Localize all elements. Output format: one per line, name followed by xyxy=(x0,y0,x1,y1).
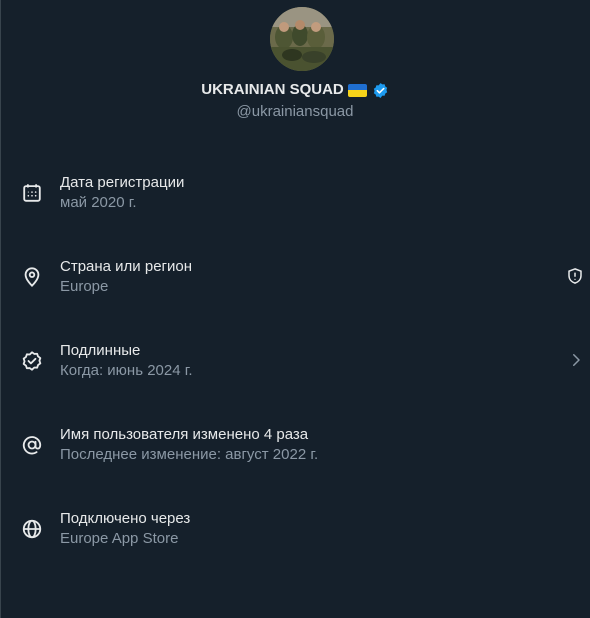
ukraine-flag-icon xyxy=(347,83,367,97)
about-item-title: Имя пользователя изменено 4 раза xyxy=(60,426,309,443)
about-item-connected-via: Подключено через Europe App Store xyxy=(0,486,590,570)
shield-info-icon[interactable] xyxy=(566,267,586,287)
about-item-country: Страна или регион Europe xyxy=(0,234,590,318)
about-item-title: Страна или регион xyxy=(60,258,193,275)
about-item-title: Подключено через xyxy=(60,510,191,527)
chevron-right-icon[interactable] xyxy=(567,351,587,371)
about-item-subtitle: Последнее изменение: август 2022 г. xyxy=(60,446,319,463)
about-item-subtitle: май 2020 г. xyxy=(60,194,137,211)
about-item-subtitle: Europe App Store xyxy=(60,530,179,547)
about-item-title: Дата регистрации xyxy=(60,174,185,191)
calendar-icon xyxy=(21,182,43,204)
display-name-row: UKRAINIAN SQUAD xyxy=(0,80,590,100)
avatar[interactable] xyxy=(270,7,334,71)
location-pin-icon xyxy=(21,266,43,288)
about-item-title: Подлинные xyxy=(60,342,141,359)
about-item-subtitle: Когда: июнь 2024 г. xyxy=(60,362,193,379)
verified-check-icon xyxy=(21,350,43,372)
about-item-verified[interactable]: Подлинные Когда: июнь 2024 г. xyxy=(0,318,590,402)
about-item-registration: Дата регистрации май 2020 г. xyxy=(0,150,590,234)
about-item-subtitle: Europe xyxy=(60,278,109,295)
handle: @ukrainiansquad xyxy=(236,103,354,120)
about-item-username-changes: Имя пользователя изменено 4 раза Последн… xyxy=(0,402,590,486)
globe-icon xyxy=(21,518,43,540)
display-name: UKRAINIAN SQUAD xyxy=(201,81,344,98)
at-sign-icon xyxy=(21,434,43,456)
verified-badge-icon[interactable] xyxy=(372,82,389,99)
